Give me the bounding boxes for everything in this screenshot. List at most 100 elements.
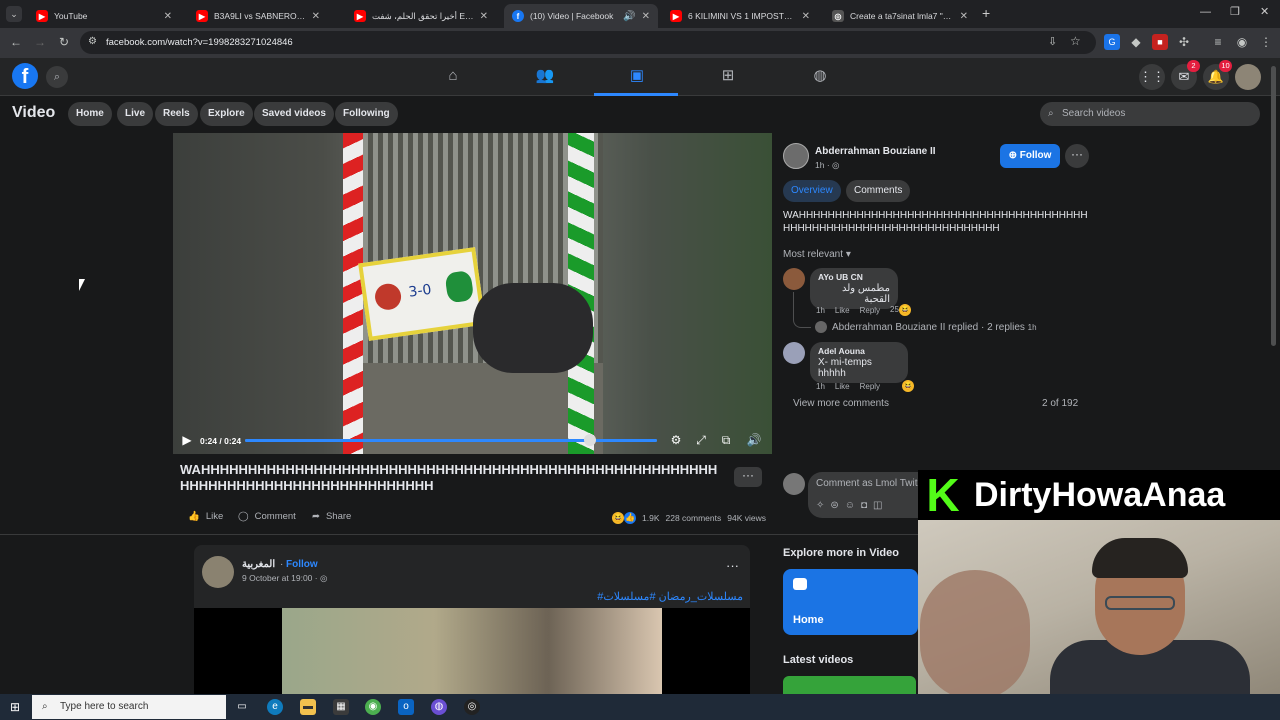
- friends-nav-icon[interactable]: 👥: [534, 66, 556, 86]
- profile-icon[interactable]: ◉: [1234, 34, 1250, 50]
- site-info-icon[interactable]: ⚙: [88, 36, 97, 47]
- store-icon[interactable]: ▦: [333, 699, 349, 715]
- view-replies-link[interactable]: Abderrahman Bouziane II replied · 2 repl…: [832, 322, 1037, 333]
- commenter-name[interactable]: Adel Aouna: [818, 346, 900, 356]
- emoji-icon[interactable]: ☺: [845, 500, 861, 511]
- address-bar[interactable]: ⚙ facebook.com/watch?v=1998283271024846 …: [80, 31, 1096, 54]
- browser-tab[interactable]: ▶ أخيرا تحقق الحلم، شفت Eilish ✕: [346, 4, 496, 28]
- close-window-icon[interactable]: ✕: [1260, 5, 1269, 18]
- outlook-icon[interactable]: o: [398, 699, 414, 715]
- avatar-sticker-icon[interactable]: ✧: [816, 500, 830, 511]
- account-avatar[interactable]: [1235, 64, 1261, 90]
- commenter-name[interactable]: AYo UB CN: [818, 272, 890, 282]
- post-author-avatar[interactable]: [202, 556, 234, 588]
- browser-tab-active[interactable]: f (10) Video | Facebook 🔊 ✕: [504, 4, 658, 28]
- more-options-button[interactable]: ···: [1065, 144, 1089, 168]
- file-explorer-icon[interactable]: ▬: [300, 699, 316, 715]
- pip-icon[interactable]: ⧉: [718, 432, 734, 448]
- tab-list-dropdown[interactable]: ⌄: [6, 6, 22, 22]
- close-tab-icon[interactable]: ✕: [960, 11, 968, 22]
- translate-extension-icon[interactable]: G: [1104, 34, 1120, 50]
- edge-icon[interactable]: e: [267, 699, 283, 715]
- comment-button[interactable]: ◯ Comment: [238, 511, 296, 522]
- comment-like-button[interactable]: Like: [835, 306, 850, 315]
- comment-reply-button[interactable]: Reply: [860, 382, 880, 391]
- taskbar-search-input[interactable]: ⌕ Type here to search: [32, 695, 226, 719]
- post-author-name[interactable]: المغربية: [242, 559, 275, 570]
- back-icon[interactable]: ←: [8, 34, 24, 50]
- sticker-icon[interactable]: ◫: [873, 500, 888, 511]
- browser-tab[interactable]: ▶ 6 KILIMINI VS 1 IMPOSTEUR - Y ✕: [662, 4, 818, 28]
- fullscreen-icon[interactable]: ⤢: [693, 432, 709, 448]
- share-button[interactable]: ➦ Share: [312, 511, 351, 522]
- latest-video-thumbnail[interactable]: [783, 676, 916, 696]
- media-controls-icon[interactable]: ≡: [1210, 34, 1226, 50]
- pill-explore[interactable]: Explore: [200, 102, 253, 126]
- comment-reply-button[interactable]: Reply: [860, 306, 880, 315]
- commenter-avatar[interactable]: [783, 342, 805, 364]
- bookmark-star-icon[interactable]: ☆: [1070, 34, 1081, 48]
- apps-menu-icon[interactable]: ⋮⋮: [1139, 64, 1165, 90]
- gif-icon[interactable]: ⊜: [830, 500, 844, 511]
- page-scrollbar[interactable]: [1271, 66, 1276, 346]
- pill-saved-videos[interactable]: Saved videos: [254, 102, 334, 126]
- comments-count[interactable]: 228 comments: [666, 513, 722, 523]
- facebook-logo[interactable]: f: [12, 63, 38, 89]
- like-button[interactable]: 👍 Like: [188, 511, 223, 522]
- chrome-icon[interactable]: ◉: [365, 699, 381, 715]
- more-options-button[interactable]: ···: [734, 467, 762, 487]
- home-nav-icon[interactable]: ⌂: [442, 66, 464, 86]
- reactions-count[interactable]: 1.9K: [642, 513, 660, 523]
- install-icon[interactable]: ⇩: [1048, 35, 1057, 48]
- obs-icon[interactable]: ◎: [464, 699, 480, 715]
- maximize-icon[interactable]: ❐: [1230, 5, 1240, 18]
- search-icon[interactable]: ⌕: [46, 66, 68, 88]
- close-tab-icon[interactable]: ✕: [802, 11, 810, 22]
- close-tab-icon[interactable]: ✕: [312, 11, 320, 22]
- pill-following[interactable]: Following: [335, 102, 398, 126]
- camera-icon[interactable]: ◘: [861, 500, 873, 511]
- red-extension-icon[interactable]: ■: [1152, 34, 1168, 50]
- extension-icon[interactable]: ◆: [1128, 34, 1144, 50]
- author-name[interactable]: Abderrahman Bouziane II: [815, 146, 936, 157]
- reload-icon[interactable]: ↻: [56, 34, 72, 50]
- marketplace-nav-icon[interactable]: ⊞: [717, 66, 739, 86]
- post-more-options-button[interactable]: ···: [726, 558, 739, 573]
- comment-reactions[interactable]: 25😆: [890, 304, 911, 316]
- new-tab-button[interactable]: +: [982, 5, 990, 21]
- search-videos-input[interactable]: ⌕ Search videos: [1040, 102, 1260, 126]
- tab-comments[interactable]: Comments: [846, 180, 911, 202]
- browser-tab[interactable]: ▶ YouTube ✕: [28, 4, 180, 28]
- puzzle-extension-icon[interactable]: ✣: [1176, 34, 1192, 50]
- video-progress-handle[interactable]: [584, 434, 596, 446]
- haha-reaction-icon[interactable]: 😆: [902, 380, 915, 392]
- settings-gear-icon[interactable]: ⚙: [668, 432, 684, 448]
- post-follow-link[interactable]: Follow: [286, 559, 318, 570]
- close-tab-icon[interactable]: ✕: [480, 11, 488, 22]
- tab-overview[interactable]: Overview: [783, 180, 841, 202]
- pill-home[interactable]: Home: [68, 102, 112, 126]
- post-hashtags[interactable]: #مسلسلات_رمضان #مسلسلات: [520, 590, 743, 603]
- windows-start-icon[interactable]: ⊞: [8, 700, 22, 714]
- follow-button[interactable]: ⊕ Follow: [1000, 144, 1060, 168]
- groups-nav-icon[interactable]: ◍: [809, 66, 831, 86]
- browser-tab[interactable]: ▶ B3A9LI vs SABNERO : تفوق للأحداث ✕: [188, 4, 328, 28]
- pill-live[interactable]: Live: [117, 102, 154, 126]
- author-avatar[interactable]: [783, 143, 809, 169]
- speaker-icon[interactable]: 🔊: [623, 11, 635, 22]
- minimize-icon[interactable]: —: [1200, 6, 1211, 18]
- pill-reels[interactable]: Reels: [155, 102, 198, 126]
- close-tab-icon[interactable]: ✕: [642, 11, 650, 22]
- close-tab-icon[interactable]: ✕: [164, 11, 172, 22]
- video-nav-icon[interactable]: ▣: [626, 66, 648, 86]
- task-view-icon[interactable]: ▭: [234, 699, 250, 715]
- commenter-avatar[interactable]: [783, 268, 805, 290]
- view-more-comments-link[interactable]: View more comments: [793, 398, 889, 409]
- forward-icon[interactable]: →: [32, 34, 48, 50]
- menu-kebab-icon[interactable]: ⋮: [1258, 34, 1274, 50]
- play-icon[interactable]: ▶: [179, 432, 195, 448]
- comment-like-button[interactable]: Like: [835, 382, 850, 391]
- app-icon[interactable]: ◍: [431, 699, 447, 715]
- browser-tab[interactable]: ◎ Create a ta7sinat lmla7 "haircut ✕: [824, 4, 976, 28]
- video-player[interactable]: 3-0: [173, 133, 772, 454]
